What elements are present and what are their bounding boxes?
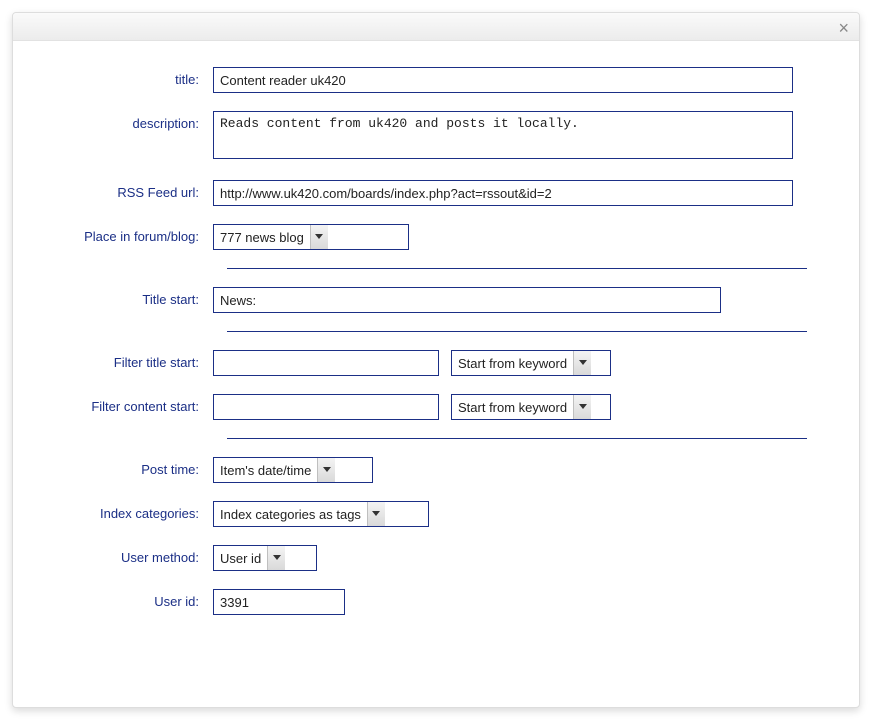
label-post-time: Post time: bbox=[47, 457, 213, 477]
index-categories-select[interactable]: Index categories as tags bbox=[213, 501, 429, 527]
dialog-panel: × title: description: RSS Feed url: Plac… bbox=[12, 12, 860, 708]
label-filter-title: Filter title start: bbox=[47, 350, 213, 370]
label-filter-content: Filter content start: bbox=[47, 394, 213, 414]
close-icon[interactable]: × bbox=[838, 19, 849, 37]
user-method-value: User id bbox=[214, 551, 267, 566]
chevron-down-icon bbox=[310, 225, 328, 249]
dialog-content: title: description: RSS Feed url: Place … bbox=[13, 41, 859, 653]
filter-content-mode-select[interactable]: Start from keyword bbox=[451, 394, 611, 420]
description-input[interactable] bbox=[213, 111, 793, 159]
post-time-value: Item's date/time bbox=[214, 463, 317, 478]
divider bbox=[227, 331, 807, 332]
label-place: Place in forum/blog: bbox=[47, 224, 213, 244]
rss-url-input[interactable] bbox=[213, 180, 793, 206]
label-user-method: User method: bbox=[47, 545, 213, 565]
label-description: description: bbox=[47, 111, 213, 131]
filter-title-mode-value: Start from keyword bbox=[452, 356, 573, 371]
chevron-down-icon bbox=[317, 458, 335, 482]
label-title-start: Title start: bbox=[47, 287, 213, 307]
chevron-down-icon bbox=[573, 395, 591, 419]
user-method-select[interactable]: User id bbox=[213, 545, 317, 571]
label-rss: RSS Feed url: bbox=[47, 180, 213, 200]
index-categories-value: Index categories as tags bbox=[214, 507, 367, 522]
filter-title-mode-select[interactable]: Start from keyword bbox=[451, 350, 611, 376]
place-select[interactable]: 777 news blog bbox=[213, 224, 409, 250]
label-user-id: User id: bbox=[47, 589, 213, 609]
post-time-select[interactable]: Item's date/time bbox=[213, 457, 373, 483]
user-id-input[interactable] bbox=[213, 589, 345, 615]
filter-content-mode-value: Start from keyword bbox=[452, 400, 573, 415]
label-index-categories: Index categories: bbox=[47, 501, 213, 521]
dialog-titlebar: × bbox=[13, 13, 859, 41]
chevron-down-icon bbox=[267, 546, 285, 570]
filter-content-input[interactable] bbox=[213, 394, 439, 420]
divider bbox=[227, 438, 807, 439]
title-start-input[interactable] bbox=[213, 287, 721, 313]
chevron-down-icon bbox=[367, 502, 385, 526]
chevron-down-icon bbox=[573, 351, 591, 375]
divider bbox=[227, 268, 807, 269]
filter-title-input[interactable] bbox=[213, 350, 439, 376]
label-title: title: bbox=[47, 67, 213, 87]
title-input[interactable] bbox=[213, 67, 793, 93]
place-select-value: 777 news blog bbox=[214, 230, 310, 245]
